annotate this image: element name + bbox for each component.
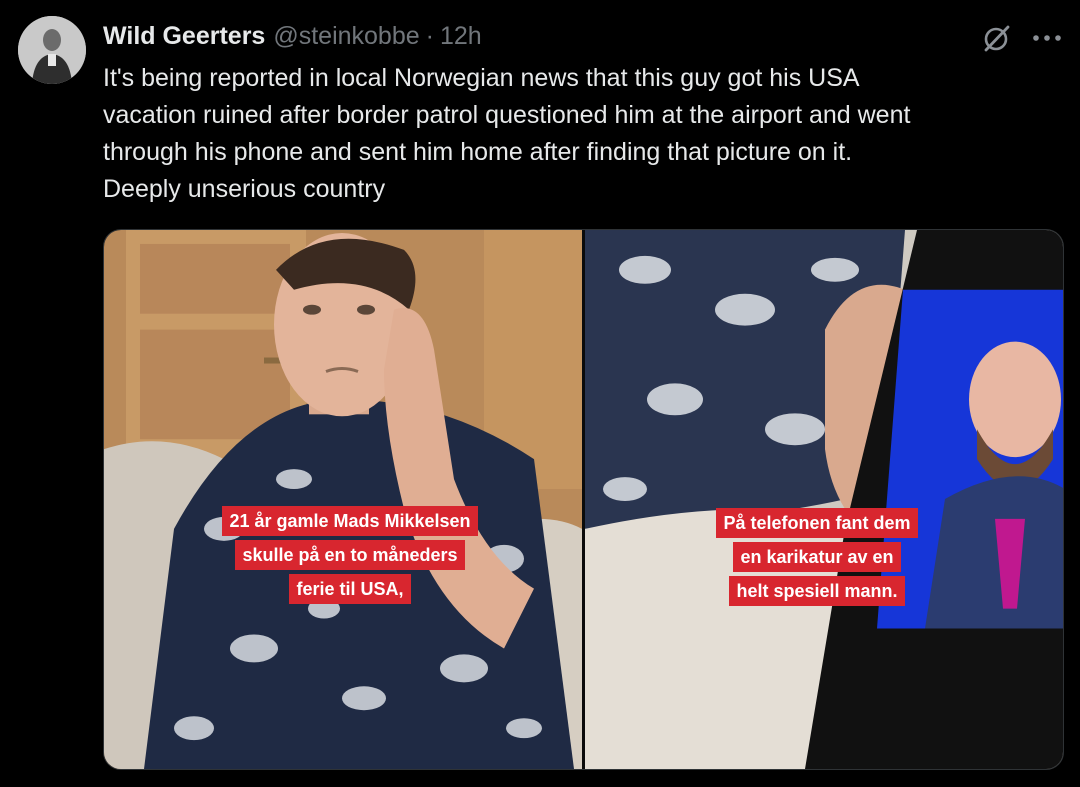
- caption-line: ferie til USA,: [289, 574, 411, 604]
- grok-icon[interactable]: [982, 23, 1012, 53]
- post-timestamp[interactable]: 12h: [440, 22, 482, 51]
- photo-phone-screen: [585, 230, 1063, 769]
- tweet-header: Wild Geerters @steinkobbe · 12h: [103, 20, 482, 52]
- tweet-media[interactable]: 21 år gamle Mads Mikkelsen skulle på en …: [103, 229, 1064, 770]
- caption-line: 21 år gamle Mads Mikkelsen: [222, 506, 478, 536]
- caption-line: helt spesiell mann.: [729, 576, 905, 606]
- tweet-text-line: It's being reported in local Norwegian n…: [103, 64, 860, 92]
- author-name[interactable]: Wild Geerters: [103, 22, 265, 51]
- avatar[interactable]: [18, 16, 86, 84]
- more-options-icon[interactable]: [1030, 24, 1064, 52]
- tweet-text-line: through his phone and sent him home afte…: [103, 138, 853, 166]
- caption-line: skulle på en to måneders: [235, 540, 465, 570]
- tweet-text-line: vacation ruined after border patrol ques…: [103, 101, 911, 129]
- right-caption: På telefonen fant dem en karikatur av en…: [706, 508, 928, 606]
- media-image-right[interactable]: På telefonen fant dem en karikatur av en…: [585, 230, 1063, 769]
- media-image-left[interactable]: 21 år gamle Mads Mikkelsen skulle på en …: [104, 230, 582, 769]
- photo-young-man: [104, 230, 582, 769]
- left-caption: 21 år gamle Mads Mikkelsen skulle på en …: [196, 506, 504, 604]
- header-separator: ·: [425, 21, 434, 50]
- tweet-text: It's being reported in local Norwegian n…: [103, 60, 1063, 208]
- caption-line: På telefonen fant dem: [716, 508, 918, 538]
- caption-line: en karikatur av en: [733, 542, 901, 572]
- tweet-text-line: Deeply unserious country: [103, 175, 386, 203]
- author-handle[interactable]: @steinkobbe: [273, 22, 419, 51]
